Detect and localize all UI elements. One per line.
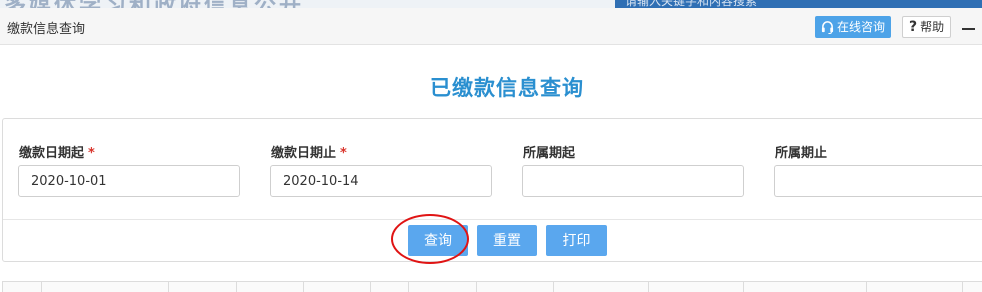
dialog-titlebar: 缴款信息查询 在线咨询 ? 帮助: [0, 8, 982, 45]
payment-date-to-input[interactable]: [270, 165, 492, 197]
print-button[interactable]: 打印: [546, 225, 607, 256]
field-label-payment-date-from: 缴款日期起 *: [19, 146, 95, 161]
required-mark: *: [340, 146, 347, 161]
background-page-strip: 多媒体学习和政府信息公开 请输入关键字和内容搜索: [0, 0, 982, 8]
page-title: 已缴款信息查询: [430, 76, 584, 100]
table-column-divider: [866, 282, 867, 292]
period-from-input[interactable]: [522, 165, 744, 197]
online-consult-button[interactable]: 在线咨询: [815, 16, 892, 38]
form-divider: [3, 219, 982, 220]
period-to-input[interactable]: [774, 165, 982, 197]
results-table-header: [2, 281, 982, 292]
table-column-divider: [648, 282, 649, 292]
table-column-divider: [476, 282, 477, 292]
required-mark: *: [88, 146, 95, 161]
table-column-divider: [303, 282, 304, 292]
background-text: 多媒体学习和政府信息公开: [4, 0, 304, 8]
table-column-divider: [236, 282, 237, 292]
minimize-icon[interactable]: [962, 21, 976, 35]
field-label-period-from: 所属期起: [523, 146, 576, 161]
table-column-divider: [168, 282, 169, 292]
highlight-circle-annotation: [391, 214, 469, 264]
table-column-divider: [370, 282, 371, 292]
field-label-period-to: 所属期止: [775, 146, 828, 161]
question-icon: ?: [909, 19, 918, 35]
background-search-text: 请输入关键字和内容搜索: [625, 0, 758, 8]
payment-date-from-input[interactable]: [18, 165, 240, 197]
help-label: 帮助: [920, 20, 945, 34]
reset-button[interactable]: 重置: [477, 225, 537, 256]
online-consult-label: 在线咨询: [837, 20, 886, 34]
field-label-payment-date-to: 缴款日期止 *: [271, 146, 347, 161]
table-column-divider: [962, 282, 963, 292]
table-column-divider: [553, 282, 554, 292]
dialog-title: 缴款信息查询: [7, 22, 86, 37]
headset-icon: [821, 20, 834, 34]
help-button[interactable]: ? 帮助: [902, 16, 952, 38]
table-column-divider: [743, 282, 744, 292]
table-column-divider: [41, 282, 42, 292]
table-column-divider: [408, 282, 409, 292]
